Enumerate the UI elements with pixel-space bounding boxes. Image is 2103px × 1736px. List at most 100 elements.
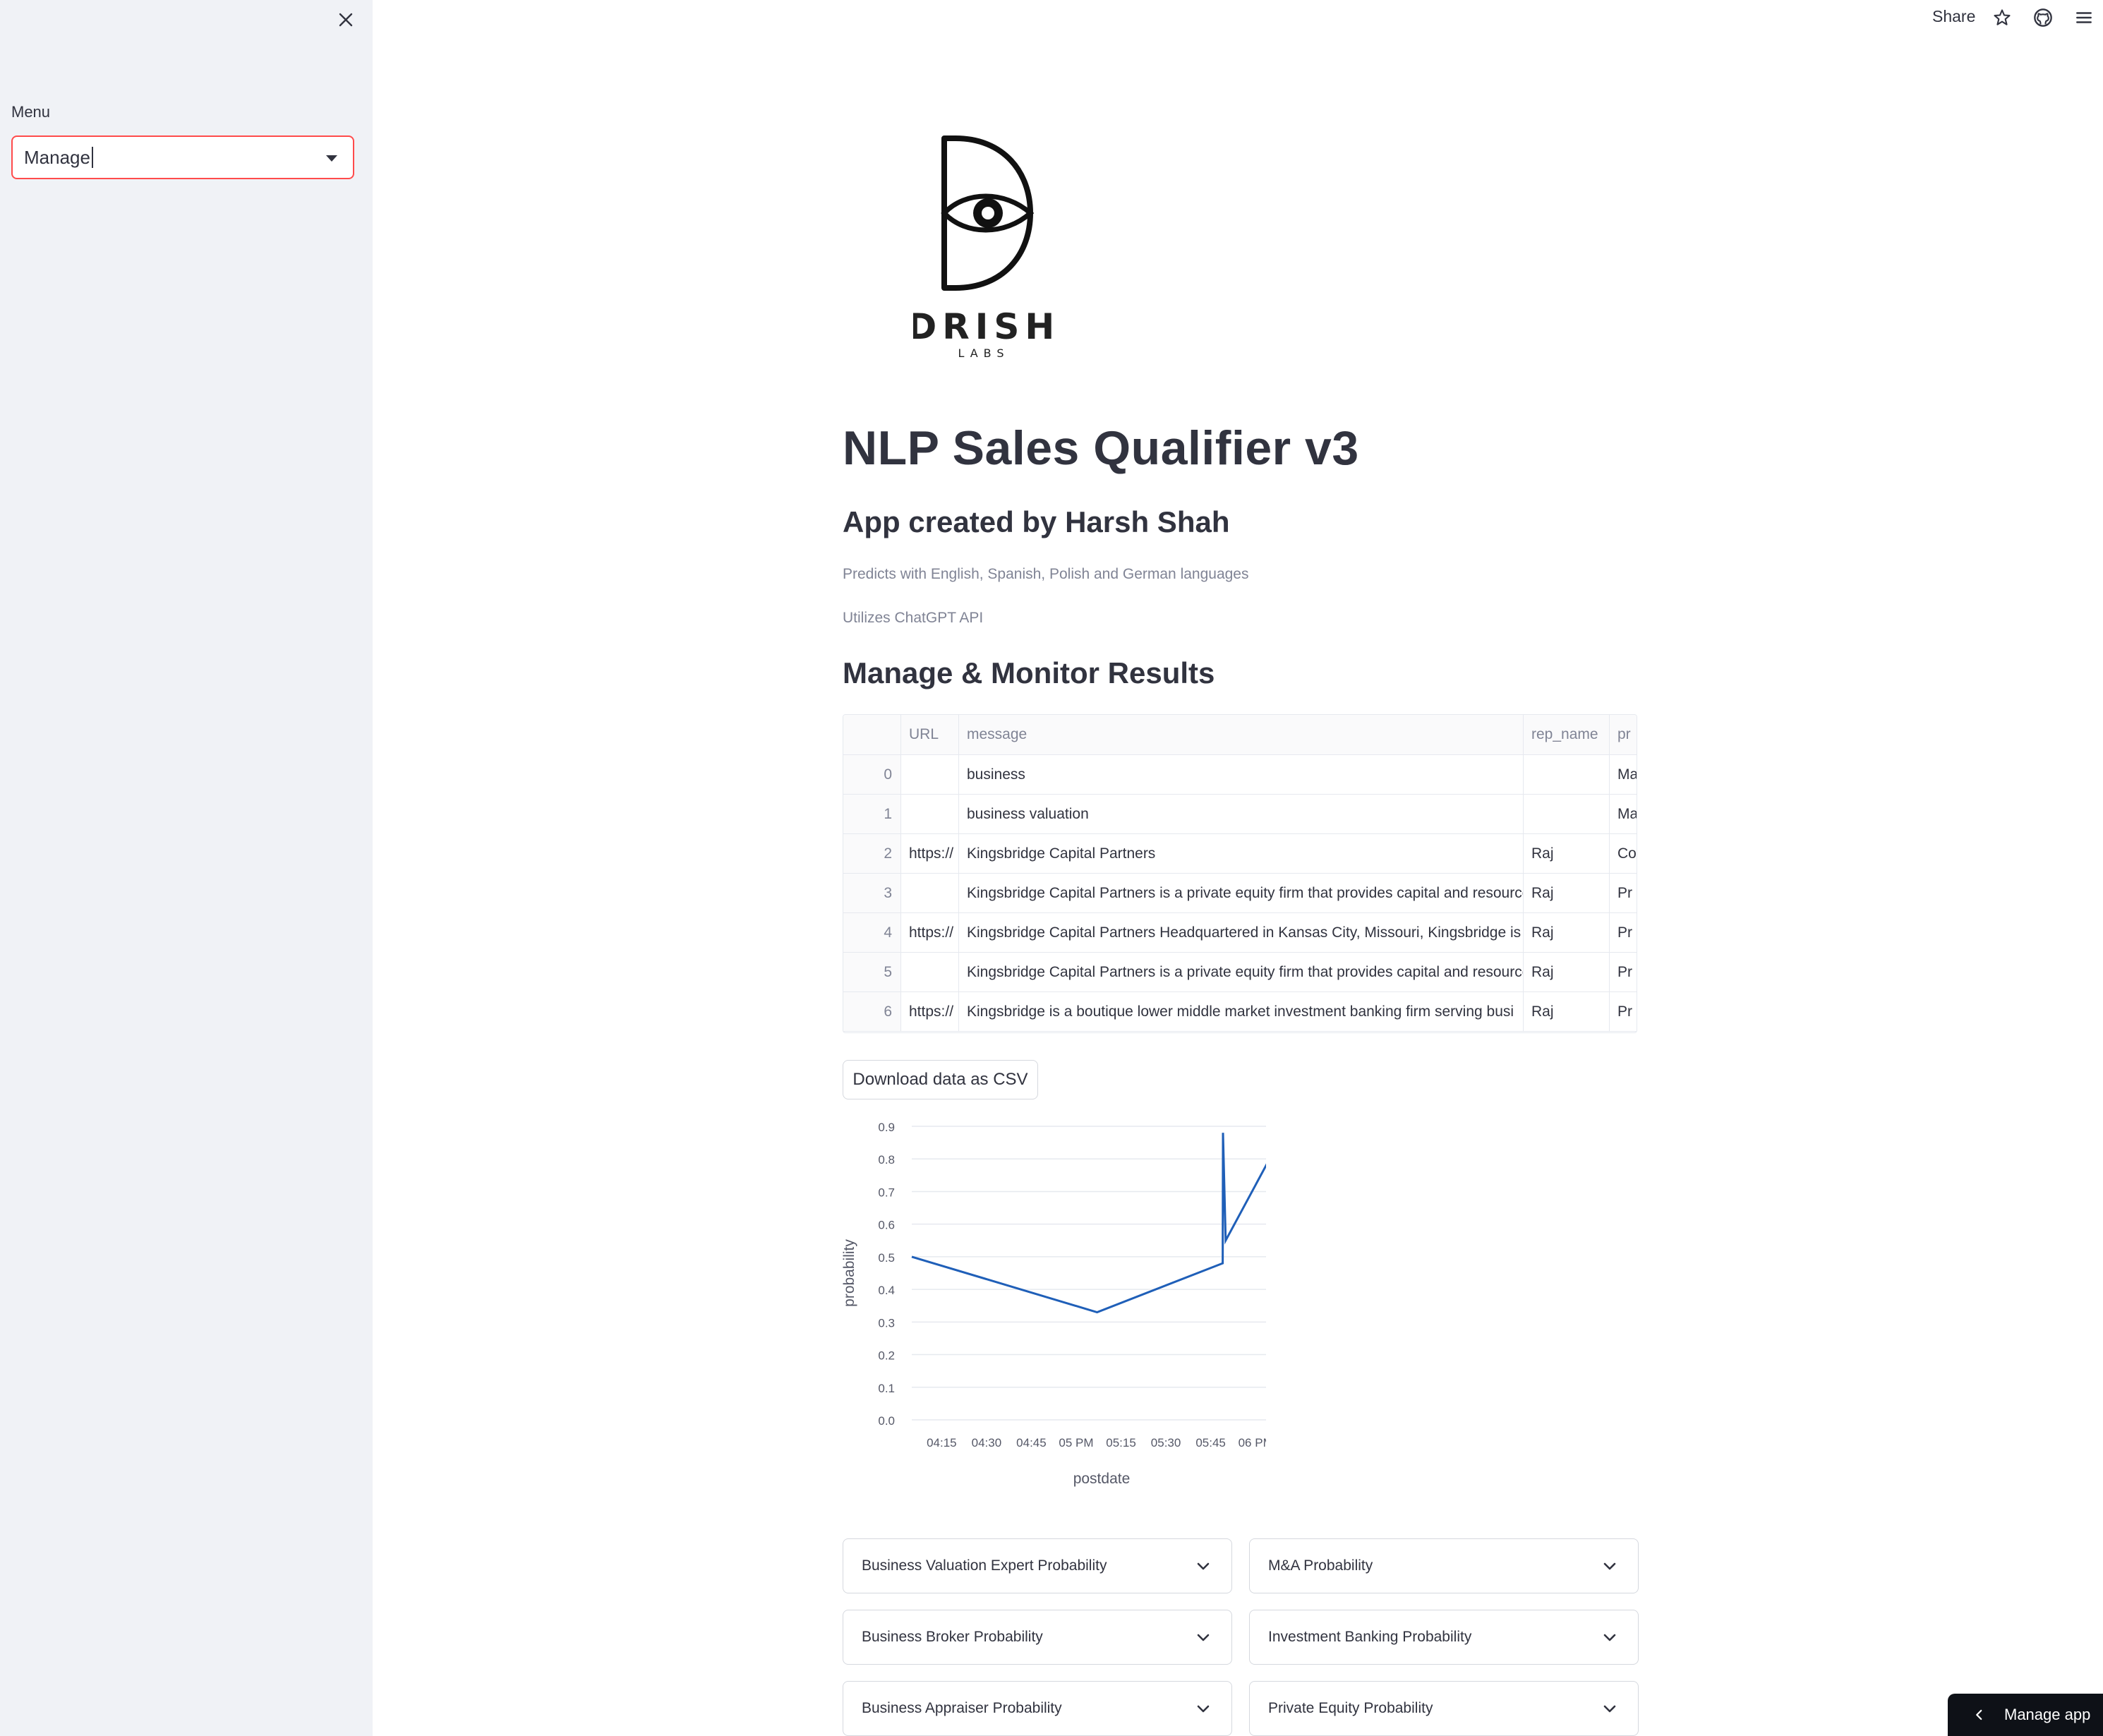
- y-tick-label: 0.9: [878, 1121, 895, 1134]
- page-title: NLP Sales Qualifier v3: [843, 421, 1359, 475]
- table-cell-index: 4: [843, 913, 901, 952]
- table-cell-rep-name[interactable]: Raj: [1524, 913, 1610, 952]
- table-cell-rep-name[interactable]: [1524, 795, 1610, 833]
- table-cell-index: 0: [843, 755, 901, 794]
- table-row[interactable]: 1 business valuation Ma: [843, 795, 1637, 834]
- probability-line-chart: 0.0 0.1 0.2 0.3 0.4 0.5 0.6 0.7 0.8 0.9 04:15 04:30…: [843, 1121, 1266, 1487]
- chevron-down-icon: [1197, 1634, 1210, 1641]
- table-row[interactable]: 6 https://Kingsbridge is a boutique lower…: [843, 992, 1637, 1032]
- table-cell-url[interactable]: [901, 755, 959, 794]
- menu-select[interactable]: Manage: [11, 135, 354, 179]
- x-tick-label: 06 PM: [1239, 1436, 1266, 1449]
- expander[interactable]: Business Broker Probability: [843, 1610, 1232, 1665]
- table-row[interactable]: 2 https://Kingsbridge Capital Partners Raj…: [843, 834, 1637, 874]
- chevron-down-icon: [326, 155, 337, 162]
- menu-label: Menu: [11, 103, 51, 121]
- caption-api: Utilizes ChatGPT API: [843, 610, 984, 626]
- table-cell-rep-name[interactable]: Raj: [1524, 834, 1610, 873]
- x-tick-label: 04:30: [972, 1436, 1002, 1449]
- x-axis-label: postdate: [1073, 1471, 1131, 1487]
- text-cursor: [91, 147, 93, 168]
- x-tick-label: 05:30: [1151, 1436, 1181, 1449]
- table-cell-url[interactable]: https://: [901, 834, 959, 873]
- table-cell-url[interactable]: [901, 795, 959, 833]
- menu-select-value: Manage: [24, 146, 90, 168]
- table-cell-rep-name[interactable]: Raj: [1524, 874, 1610, 912]
- y-tick-label: 0.6: [878, 1219, 895, 1232]
- table-cell-url[interactable]: https://: [901, 992, 959, 1031]
- manage-app-label: Manage app: [2004, 1706, 2091, 1723]
- table-header-row: URL message rep_name pr: [843, 715, 1637, 755]
- expander-label: Business Valuation Expert Probability: [862, 1557, 1107, 1574]
- table-header-rep-name[interactable]: rep_name: [1524, 715, 1610, 754]
- table-row[interactable]: 0 business Ma: [843, 755, 1637, 795]
- table-cell-index: 2: [843, 834, 901, 873]
- expander[interactable]: Investment Banking Probability: [1249, 1610, 1639, 1665]
- table-cell-pr[interactable]: Pr: [1610, 992, 1637, 1031]
- expander-label: Investment Banking Probability: [1268, 1629, 1472, 1645]
- table-cell-message[interactable]: business valuation: [959, 795, 1524, 833]
- chevron-down-icon: [1197, 1705, 1210, 1713]
- table-header-pr[interactable]: pr: [1610, 715, 1637, 754]
- expander-label: Business Broker Probability: [862, 1629, 1043, 1645]
- table-row[interactable]: 5 Kingsbridge Capital Partners is a priva…: [843, 953, 1637, 992]
- table-cell-message[interactable]: Kingsbridge is a boutique lower middle m…: [959, 992, 1524, 1031]
- y-tick-label: 0.4: [878, 1284, 895, 1297]
- star-icon[interactable]: [1990, 6, 2014, 30]
- download-csv-button[interactable]: Download data as CSV: [843, 1060, 1038, 1099]
- expander[interactable]: M&A Probability: [1249, 1538, 1639, 1593]
- table-cell-rep-name[interactable]: Raj: [1524, 953, 1610, 991]
- y-axis-label: probability: [843, 1239, 857, 1307]
- table-cell-message[interactable]: Kingsbridge Capital Partners is a privat…: [959, 953, 1524, 991]
- expander[interactable]: Business Appraiser Probability: [843, 1681, 1232, 1736]
- y-tick-label: 0.7: [878, 1186, 895, 1199]
- table-cell-pr[interactable]: Pr: [1610, 874, 1637, 912]
- table-cell-message[interactable]: Kingsbridge Capital Partners is a privat…: [959, 874, 1524, 912]
- expander[interactable]: Private Equity Probability: [1249, 1681, 1639, 1736]
- drish-labs-logo: DRISH LABS: [908, 134, 1054, 360]
- table-header-url[interactable]: URL: [901, 715, 959, 754]
- table-cell-index: 3: [843, 874, 901, 912]
- chevron-down-icon: [1197, 1562, 1210, 1570]
- y-tick-label: 0.3: [878, 1316, 895, 1330]
- x-tick-label: 05:15: [1106, 1436, 1136, 1449]
- table-cell-message[interactable]: Kingsbridge Capital Partners Headquarter…: [959, 913, 1524, 952]
- close-sidebar-icon[interactable]: [333, 7, 358, 32]
- table-cell-pr[interactable]: Co: [1610, 834, 1637, 873]
- table-cell-index: 1: [843, 795, 901, 833]
- section-title: Manage & Monitor Results: [843, 656, 1215, 689]
- share-button[interactable]: Share: [1932, 7, 1975, 26]
- y-tick-label: 0.2: [878, 1349, 895, 1363]
- expander[interactable]: Business Valuation Expert Probability: [843, 1538, 1232, 1593]
- y-tick-label: 0.1: [878, 1382, 895, 1395]
- table-cell-rep-name[interactable]: Raj: [1524, 992, 1610, 1031]
- series-line: [911, 1133, 1266, 1314]
- table-row[interactable]: 3 Kingsbridge Capital Partners is a priva…: [843, 874, 1637, 913]
- table-cell-pr[interactable]: Ma: [1610, 755, 1637, 794]
- y-tick-label: 0.0: [878, 1414, 895, 1428]
- sidebar: Menu Manage: [0, 0, 373, 1736]
- table-cell-pr[interactable]: Ma: [1610, 795, 1637, 833]
- table-cell-message[interactable]: Kingsbridge Capital Partners: [959, 834, 1524, 873]
- table-cell-pr[interactable]: Pr: [1610, 913, 1637, 952]
- table-cell-url[interactable]: https://: [901, 913, 959, 952]
- table-cell-index: 6: [843, 992, 901, 1031]
- results-dataframe[interactable]: URL message rep_name pr 0 business Ma 1 busi…: [843, 714, 1637, 1033]
- y-tick-label: 0.8: [878, 1153, 895, 1167]
- table-header-index: [843, 715, 901, 754]
- y-tick-label: 0.5: [878, 1251, 895, 1265]
- manage-app-button[interactable]: Manage app: [1948, 1694, 2103, 1736]
- table-cell-pr[interactable]: Pr: [1610, 953, 1637, 991]
- table-cell-url[interactable]: [901, 874, 959, 912]
- chevron-down-icon: [1603, 1562, 1616, 1570]
- x-tick-label: 05:45: [1195, 1436, 1226, 1449]
- table-cell-url[interactable]: [901, 953, 959, 991]
- table-cell-index: 5: [843, 953, 901, 991]
- github-icon[interactable]: [2031, 6, 2055, 30]
- table-row[interactable]: 4 https://Kingsbridge Capital Partners He…: [843, 913, 1637, 953]
- expander-label: M&A Probability: [1268, 1557, 1373, 1574]
- table-header-message[interactable]: message: [959, 715, 1524, 754]
- hamburger-menu-icon[interactable]: [2072, 6, 2096, 30]
- table-cell-rep-name[interactable]: [1524, 755, 1610, 794]
- table-cell-message[interactable]: business: [959, 755, 1524, 794]
